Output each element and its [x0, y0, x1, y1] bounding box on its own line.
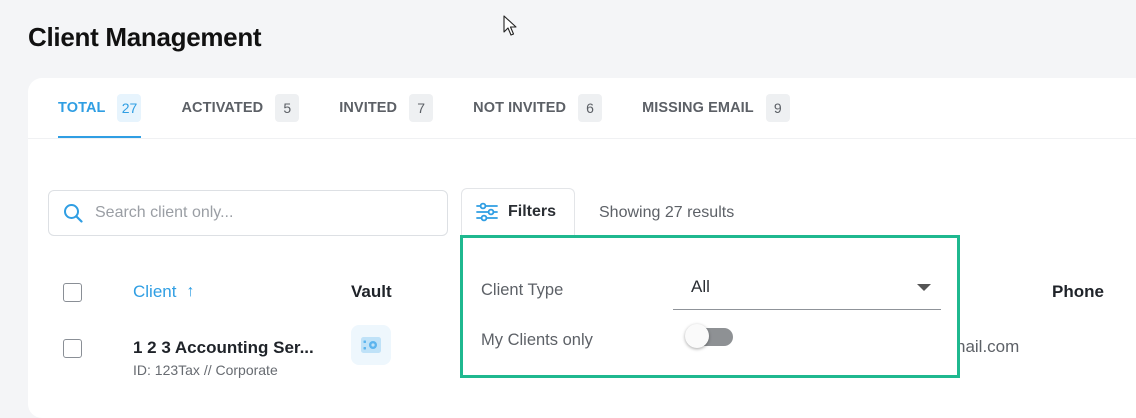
caret-down-icon	[917, 284, 931, 291]
client-name-link[interactable]: 1 2 3 Accounting Ser...	[133, 338, 314, 358]
tab-invited[interactable]: INVITED 7	[339, 94, 434, 122]
sort-up-icon: ↑	[186, 283, 195, 300]
filters-label: Filters	[508, 203, 557, 220]
tab-divider	[28, 138, 1136, 139]
client-type-value: All	[691, 277, 710, 296]
column-header-client[interactable]: Client ↑	[133, 282, 194, 302]
tab-label: MISSING EMAIL	[642, 100, 754, 116]
client-id: ID: 123Tax // Corporate	[133, 362, 278, 378]
client-email: nail.com	[956, 337, 1020, 356]
tab-missing-email[interactable]: MISSING EMAIL 9	[642, 94, 790, 122]
search-box[interactable]	[48, 190, 448, 236]
search-icon	[64, 204, 83, 223]
client-type-select[interactable]: All	[673, 271, 941, 310]
column-header-phone: Phone	[1052, 282, 1104, 301]
row-checkbox[interactable]	[63, 339, 82, 358]
filter-panel: Client Type All My Clients only	[460, 235, 960, 378]
column-header-vault: Vault	[351, 282, 392, 301]
my-clients-label: My Clients only	[481, 331, 593, 349]
tab-label: TOTAL	[58, 100, 106, 116]
tab-count-badge: 6	[578, 94, 603, 122]
tab-label: NOT INVITED	[473, 100, 567, 116]
vault-icon[interactable]	[351, 325, 391, 365]
results-count: Showing 27 results	[599, 204, 735, 221]
filters-button[interactable]: Filters	[461, 188, 575, 236]
status-tabs: TOTAL 27 ACTIVATED 5 INVITED 7 NOT INVIT…	[58, 94, 830, 138]
vault-safe-icon	[361, 337, 381, 353]
tab-count-badge: 27	[117, 94, 142, 122]
page-title: Client Management	[28, 22, 262, 52]
client-type-label: Client Type	[481, 281, 564, 299]
tab-not-invited[interactable]: NOT INVITED 6	[473, 94, 603, 122]
select-all-checkbox[interactable]	[63, 283, 82, 302]
tab-count-badge: 9	[765, 94, 790, 122]
tab-activated[interactable]: ACTIVATED 5	[181, 94, 300, 122]
tab-count-badge: 5	[275, 94, 300, 122]
tab-total[interactable]: TOTAL 27	[58, 94, 142, 138]
tab-label: INVITED	[339, 100, 398, 116]
toggle-thumb	[685, 324, 709, 348]
search-input[interactable]	[93, 203, 427, 223]
tab-count-badge: 7	[409, 94, 434, 122]
mouse-cursor	[503, 15, 517, 36]
my-clients-toggle[interactable]	[685, 324, 735, 348]
tab-label: ACTIVATED	[181, 100, 264, 116]
filter-sliders-icon	[476, 202, 498, 222]
column-header-client-label: Client	[133, 282, 177, 301]
